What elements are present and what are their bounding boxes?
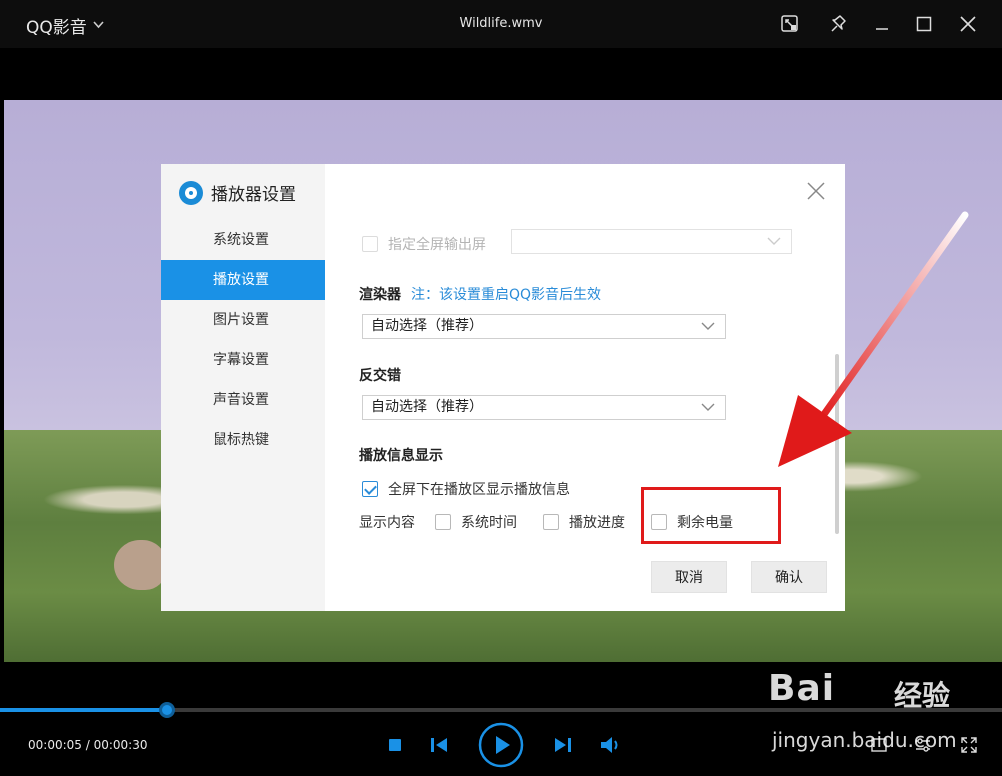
time-display: 00:00:05 / 00:00:30 <box>28 738 148 752</box>
fullscreen-output-row: 指定全屏输出屏 <box>362 234 486 254</box>
display-content-label: 显示内容 <box>359 515 415 531</box>
progress-label: 播放进度 <box>569 515 625 531</box>
fullscreen-output-label: 指定全屏输出屏 <box>388 237 486 253</box>
annotation-arrow-icon <box>778 211 969 467</box>
nav-item-playback[interactable]: 播放设置 <box>161 260 325 300</box>
deinterlace-select[interactable]: 自动选择（推荐） <box>362 395 726 420</box>
watermark-url: jingyan.baidu.com <box>772 728 957 752</box>
play-icon <box>478 722 524 768</box>
info-display-title: 播放信息显示 <box>359 448 443 464</box>
nav-item-system[interactable]: 系统设置 <box>161 220 325 260</box>
title-bar: QQ影音 Wildlife.wmv <box>0 0 1002 48</box>
minimize-icon[interactable] <box>868 10 896 38</box>
renderer-value: 自动选择（推荐） <box>371 318 483 334</box>
chevron-down-icon <box>701 403 715 411</box>
qq-player-logo-icon <box>179 180 203 205</box>
progress-fill <box>0 708 167 712</box>
next-icon[interactable] <box>552 734 574 756</box>
renderer-select[interactable]: 自动选择（推荐） <box>362 314 726 339</box>
nav-item-audio[interactable]: 声音设置 <box>161 380 325 420</box>
video-rock <box>114 540 166 590</box>
confirm-button[interactable]: 确认 <box>751 561 827 593</box>
show-info-checkbox[interactable] <box>362 481 378 497</box>
deinterlace-value: 自动选择（推荐） <box>371 399 483 415</box>
progress-checkbox[interactable] <box>543 514 559 530</box>
deinterlace-title: 反交错 <box>359 368 401 384</box>
stop-icon[interactable] <box>386 736 404 754</box>
dialog-title: 播放器设置 <box>211 185 296 205</box>
renderer-title: 渲染器 <box>359 287 401 303</box>
pin-icon[interactable] <box>824 10 852 38</box>
volume-icon[interactable] <box>598 734 624 756</box>
play-button[interactable] <box>478 722 524 768</box>
fullscreen-output-select[interactable] <box>511 229 792 254</box>
cancel-button[interactable]: 取消 <box>651 561 727 593</box>
previous-icon[interactable] <box>428 734 450 756</box>
renderer-note: 注：该设置重启QQ影音后生效 <box>411 287 602 303</box>
dialog-header: 播放器设置 <box>179 180 296 205</box>
nav-item-subtitle[interactable]: 字幕设置 <box>161 340 325 380</box>
chevron-down-icon <box>701 322 715 330</box>
settings-sidebar: 播放器设置 系统设置 播放设置 图片设置 字幕设置 声音设置 鼠标热键 <box>161 164 325 611</box>
mini-mode-icon[interactable] <box>776 10 804 38</box>
close-window-icon[interactable] <box>954 10 982 38</box>
highlight-box <box>641 487 781 544</box>
show-info-row[interactable]: 全屏下在播放区显示播放信息 <box>362 479 570 499</box>
show-info-label: 全屏下在播放区显示播放信息 <box>388 482 570 498</box>
nav-item-hotkeys[interactable]: 鼠标热键 <box>161 420 325 460</box>
watermark-brand-cn: 经验 <box>894 679 951 712</box>
system-time-label: 系统时间 <box>461 515 517 531</box>
maximize-icon[interactable] <box>910 10 938 38</box>
system-time-checkbox[interactable] <box>435 514 451 530</box>
baidu-watermark: Bai 经验 jingyan.baidu.com <box>768 668 998 768</box>
watermark-brand: Bai <box>768 668 836 709</box>
fullscreen-output-checkbox[interactable] <box>362 236 378 252</box>
nav-item-image[interactable]: 图片设置 <box>161 300 325 340</box>
renderer-section: 渲染器 注：该设置重启QQ影音后生效 <box>359 284 601 304</box>
progress-knob[interactable] <box>159 702 175 718</box>
